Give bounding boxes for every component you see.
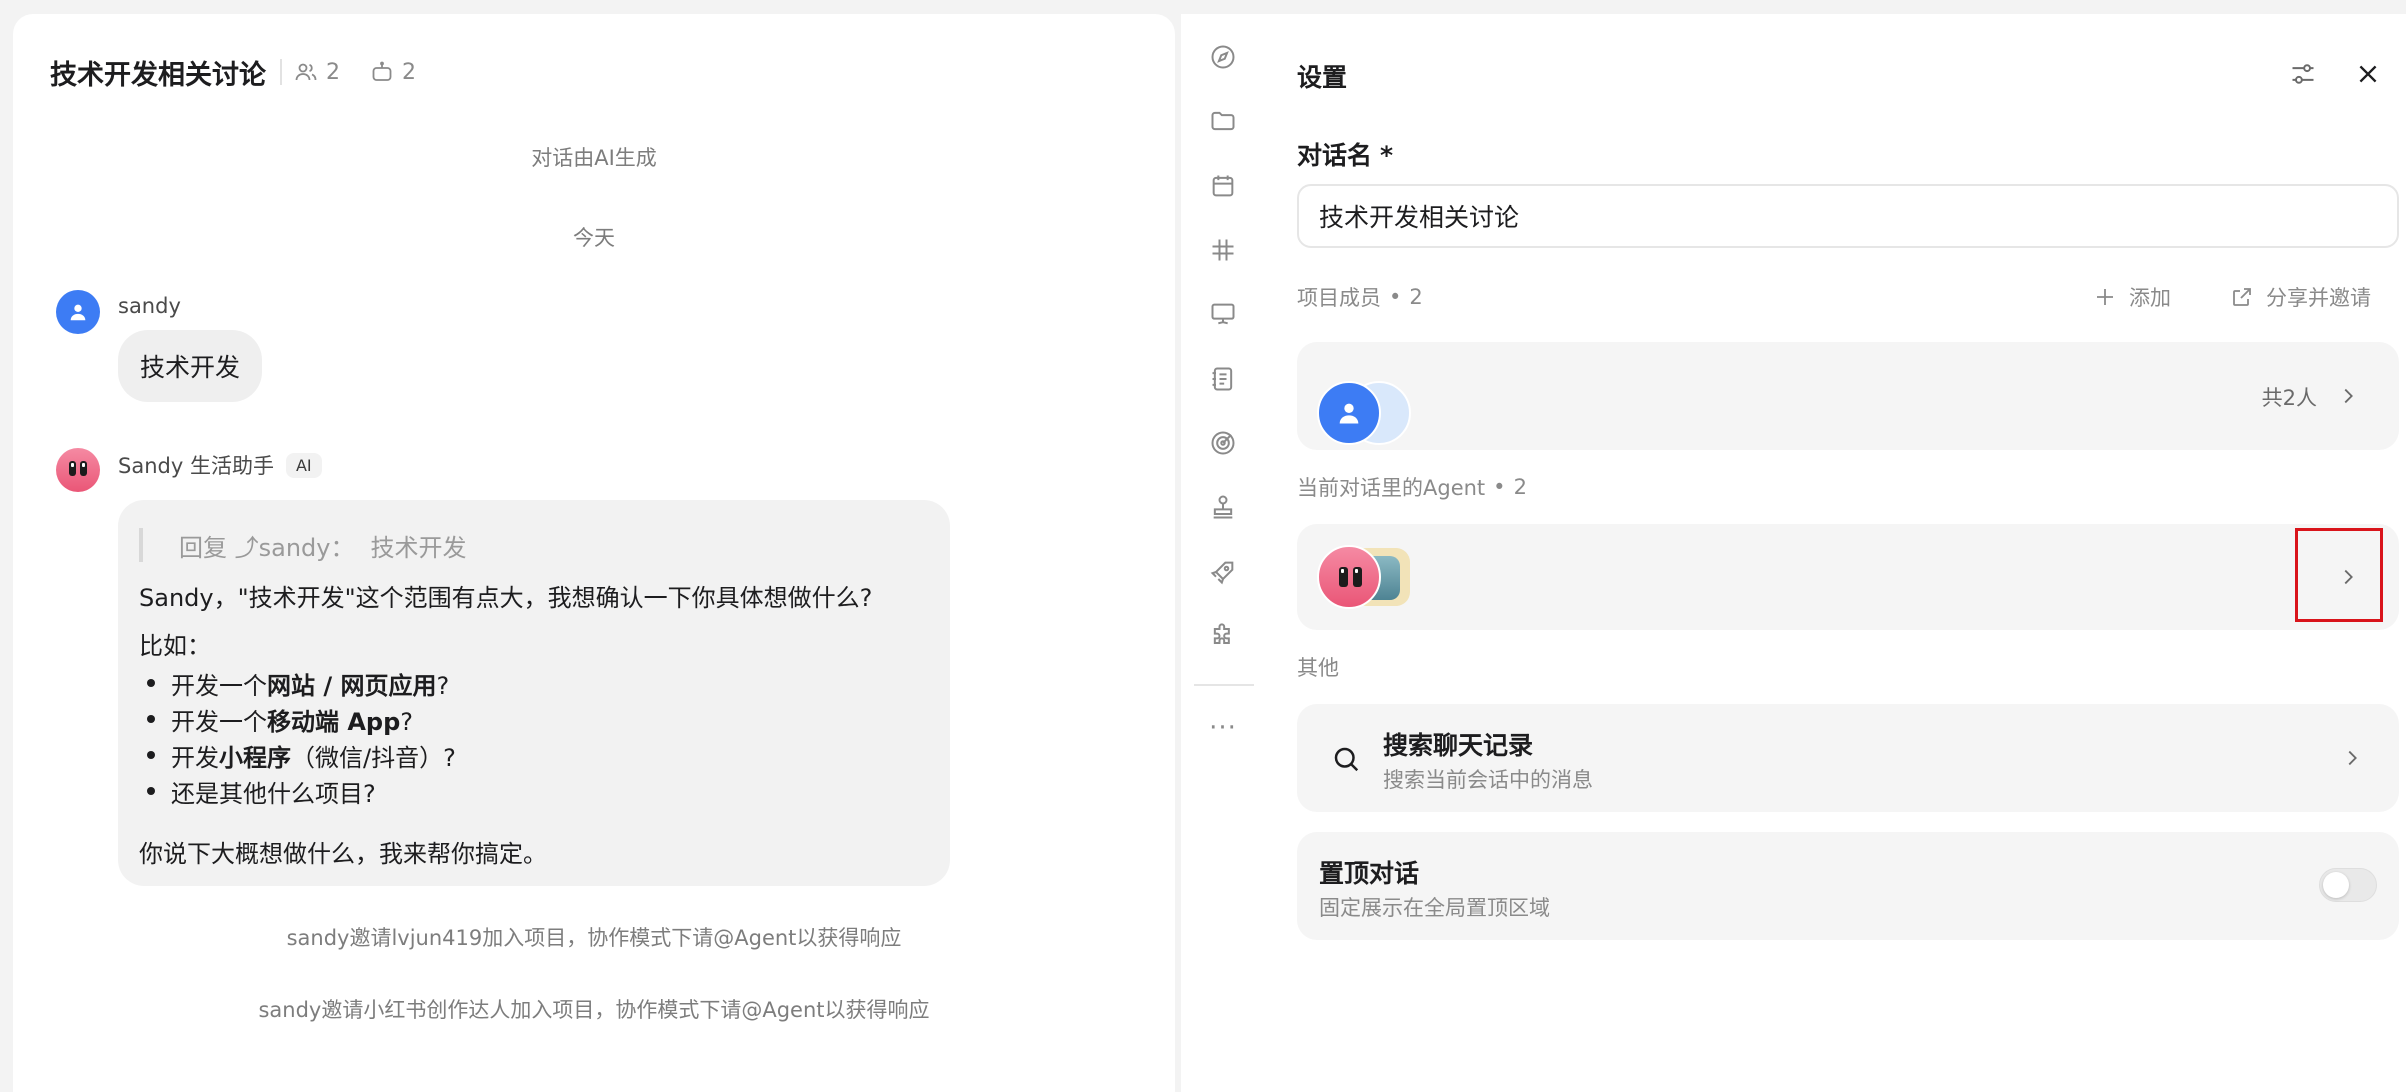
icon-rail: ··· xyxy=(1181,14,1267,1092)
chevron-right-icon xyxy=(2344,388,2353,404)
notebook-icon[interactable] xyxy=(1206,362,1240,396)
bot-eye-right xyxy=(80,461,87,476)
bot-message-bubble: 回复 ⤴sandy： 技术开发 Sandy，"技术开发"这个范围有点大，我想确认… xyxy=(118,500,950,886)
adjust-icon[interactable] xyxy=(2283,54,2323,94)
list-item: 开发一个移动端 App? xyxy=(146,702,413,737)
pin-chat-title: 置顶对话 xyxy=(1319,859,1420,888)
compass-icon[interactable] xyxy=(1206,40,1240,74)
bot-sender-row: Sandy 生活助手 AI xyxy=(118,450,322,480)
member-avatar xyxy=(1317,381,1381,445)
members-icon xyxy=(295,63,317,81)
search-history-title: 搜索聊天记录 xyxy=(1383,731,1534,760)
reply-text: 技术开发 xyxy=(370,533,467,562)
chevron-right-icon xyxy=(2348,750,2357,766)
user-message-text: 技术开发 xyxy=(140,353,241,382)
reply-quote[interactable]: 回复 ⤴sandy： 技术开发 xyxy=(139,528,467,562)
bot-avatar[interactable] xyxy=(56,448,100,492)
list-item: 开发一个网站 / 网页应用? xyxy=(146,666,449,701)
members-section-label: 项目成员 • 2 xyxy=(1297,285,1423,310)
person-icon xyxy=(70,304,86,321)
hashtag-icon[interactable] xyxy=(1206,233,1240,267)
folder-icon[interactable] xyxy=(1206,104,1240,138)
add-member-button[interactable]: 添加 xyxy=(2093,282,2171,312)
puzzle-icon[interactable] xyxy=(1206,619,1240,653)
agents-section-label: 当前对话里的Agent • 2 xyxy=(1297,475,1527,500)
bot-closing: 你说下大概想做什么，我来帮你搞定。 xyxy=(139,840,547,868)
search-history-card[interactable]: 搜索聊天记录 搜索当前会话中的消息 xyxy=(1297,704,2399,812)
date-divider: 今天 xyxy=(573,226,615,250)
pin-chat-desc: 固定展示在全局置顶区域 xyxy=(1319,896,1550,920)
bot-eye-left xyxy=(69,461,76,476)
chat-panel: 技术开发相关讨论 2 2 对话由AI生成 今天 sandy 技术开发 Sandy… xyxy=(13,14,1175,1092)
name-label: 对话名 * xyxy=(1297,141,1394,170)
list-item: 开发小程序（微信/抖音）? xyxy=(147,738,456,773)
user-message-bubble: 技术开发 xyxy=(118,330,263,402)
agent-count: 2 xyxy=(402,59,416,85)
presentation-icon[interactable] xyxy=(1206,297,1240,331)
chat-name-input[interactable] xyxy=(1297,184,2399,248)
bot-icon xyxy=(372,61,392,81)
person-icon xyxy=(1339,403,1359,424)
pin-chat-toggle[interactable] xyxy=(2319,868,2377,902)
member-count: 2 xyxy=(326,59,340,85)
invite-note: sandy邀请小红书创作达人加入项目，协作模式下请@Agent以获得响应 xyxy=(258,998,930,1022)
chat-title: 技术开发相关讨论 xyxy=(50,59,266,91)
rocket-icon[interactable] xyxy=(1206,555,1240,589)
search-history-desc: 搜索当前会话中的消息 xyxy=(1383,768,1593,792)
other-section-label: 其他 xyxy=(1297,656,1339,680)
stamp-icon[interactable] xyxy=(1206,490,1240,524)
target-icon[interactable] xyxy=(1206,426,1240,460)
app-root: 技术开发相关讨论 2 2 对话由AI生成 今天 sandy 技术开发 Sandy… xyxy=(0,0,2406,1092)
invite-note: sandy邀请lvjun419加入项目，协作模式下请@Agent以获得响应 xyxy=(286,926,902,950)
external-link-icon xyxy=(2233,288,2251,306)
search-icon xyxy=(1334,747,1359,772)
calendar-icon[interactable] xyxy=(1206,169,1240,203)
members-card[interactable]: 共2人 xyxy=(1297,342,2399,450)
bot-intro: Sandy，"技术开发"这个范围有点大，我想确认一下你具体想做什么? xyxy=(139,584,873,612)
ai-badge: AI xyxy=(285,452,322,478)
chevron-right-icon[interactable] xyxy=(2337,566,2359,588)
more-icon[interactable]: ··· xyxy=(1206,711,1240,745)
agent-avatar xyxy=(1317,545,1381,609)
sender-name: sandy xyxy=(118,294,181,318)
plus-icon xyxy=(2097,289,2113,305)
list-item: 还是其他什么项目? xyxy=(147,774,376,809)
chat-meta[interactable]: 2 2 xyxy=(294,60,416,85)
close-icon[interactable] xyxy=(2348,54,2388,94)
bot-sender-name: Sandy 生活助手 xyxy=(118,454,274,478)
header-divider xyxy=(280,59,282,85)
reply-prefix: 回复 ⤴sandy： xyxy=(179,533,355,562)
user-avatar[interactable] xyxy=(56,290,100,334)
agents-card[interactable] xyxy=(1297,524,2399,630)
bot-lead: 比如： xyxy=(139,632,211,660)
user-sender-name: sandy xyxy=(118,294,181,318)
settings-title: 设置 xyxy=(1297,63,1348,92)
chat-header: 技术开发相关讨论 2 2 xyxy=(50,52,416,92)
settings-panel: 设置 对话名* 项目成员•2 添加 分享并邀请 共2人 xyxy=(1267,14,2406,1092)
system-note: 对话由AI生成 xyxy=(531,146,657,170)
share-invite-button[interactable]: 分享并邀请 xyxy=(2230,282,2371,312)
pin-chat-card: 置顶对话 固定展示在全局置顶区域 xyxy=(1297,832,2399,940)
rail-divider xyxy=(1194,684,1254,686)
member-total: 共2人 xyxy=(2261,386,2317,410)
required-mark: * xyxy=(1380,141,1394,170)
